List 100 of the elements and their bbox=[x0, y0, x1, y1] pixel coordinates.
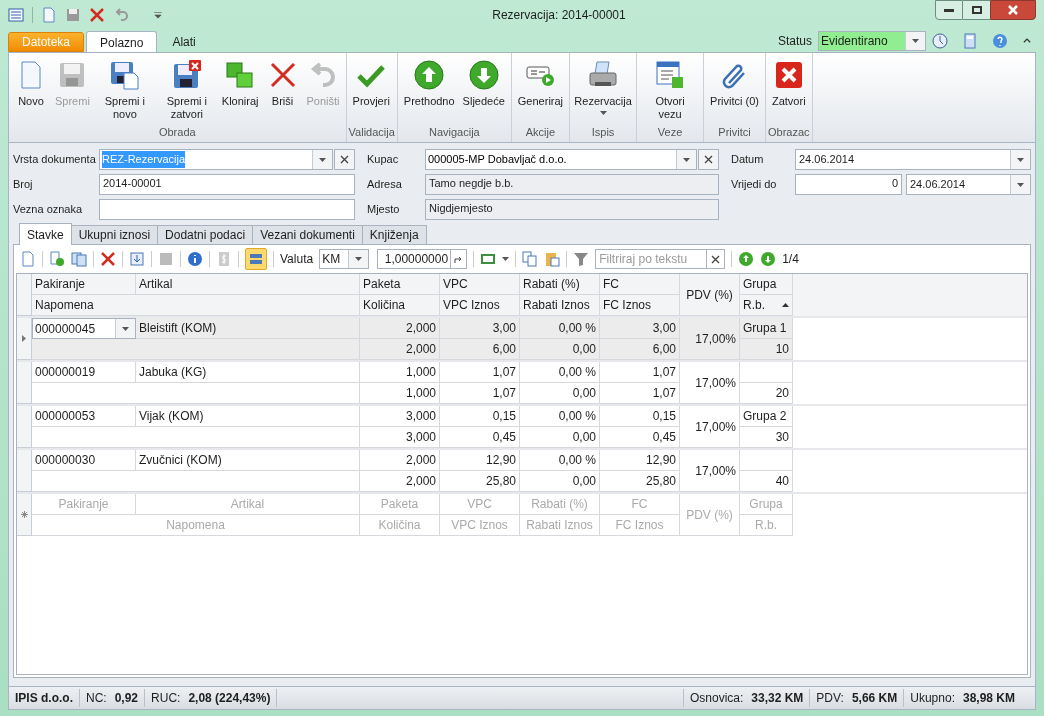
clear-button[interactable] bbox=[334, 149, 355, 170]
ribbon-button[interactable]: Privitci (0) bbox=[706, 59, 763, 124]
ribbon-button[interactable]: Spremi i novo bbox=[93, 59, 156, 124]
dropdown-caret-icon bbox=[355, 257, 363, 261]
delete-icon[interactable] bbox=[89, 7, 105, 23]
filter-icon[interactable] bbox=[573, 251, 590, 267]
dropdown-button[interactable] bbox=[348, 250, 369, 268]
new-row-hint: Rabati (%) bbox=[520, 494, 600, 515]
calculator-icon[interactable] bbox=[962, 33, 978, 49]
collapse-ribbon-icon[interactable] bbox=[1022, 36, 1032, 46]
field-label: Adresa bbox=[367, 177, 403, 193]
insert-down-icon[interactable] bbox=[129, 251, 145, 267]
ribbon-button[interactable]: Kloniraj bbox=[217, 59, 263, 124]
status-value: 0,92 bbox=[114, 690, 139, 707]
undo-icon[interactable] bbox=[113, 7, 129, 23]
dropdown-button[interactable] bbox=[115, 319, 135, 338]
new-row-hint: PDV (%) bbox=[680, 494, 740, 536]
days-field[interactable]: 0 bbox=[795, 174, 902, 195]
table-cell: 0,00 % bbox=[520, 318, 600, 339]
ribbon-button[interactable]: Rezervacija bbox=[572, 59, 635, 124]
close-button[interactable] bbox=[990, 0, 1036, 20]
ribbon-button[interactable]: Zatvori bbox=[767, 59, 810, 124]
rate-field[interactable]: 1,00000000 bbox=[377, 249, 468, 269]
status-label: Ukupno: bbox=[910, 690, 955, 707]
dropdown-button[interactable] bbox=[1010, 175, 1030, 194]
ribbon-group-label: Privitci bbox=[717, 125, 752, 140]
status-label: PDV: bbox=[816, 690, 844, 707]
date-field[interactable]: 24.06.2014 bbox=[906, 174, 1031, 195]
minimize-button[interactable] bbox=[935, 0, 963, 20]
customize-caret-icon[interactable] bbox=[153, 10, 163, 20]
up-arrow-circle-icon[interactable] bbox=[738, 251, 755, 267]
text-field[interactable]: 2014-00001 bbox=[99, 174, 355, 195]
row-indicator[interactable] bbox=[17, 318, 32, 360]
layout-toggle-button[interactable] bbox=[245, 248, 267, 270]
ribbon-button[interactable]: Prethodno bbox=[399, 59, 459, 124]
field-label: Vrijedi do bbox=[731, 177, 778, 193]
column-header: Pakiranje bbox=[32, 274, 136, 295]
tab[interactable]: Vezani dokumenti bbox=[252, 225, 363, 245]
ribbon-button[interactable]: Provjeri bbox=[348, 59, 394, 124]
ribbon-button[interactable]: Spremi i zatvori bbox=[155, 59, 218, 124]
page-icon[interactable] bbox=[41, 7, 57, 23]
column-header: Paketa bbox=[360, 274, 440, 295]
column-header: Napomena bbox=[32, 295, 360, 316]
table-cell: 0,45 bbox=[600, 427, 680, 448]
delete-icon[interactable] bbox=[100, 251, 116, 267]
ribbon-button[interactable]: Novo bbox=[11, 59, 51, 124]
column-header: Rabati (%) bbox=[520, 274, 600, 295]
pakiranje-combo[interactable]: 000000045 bbox=[32, 318, 136, 339]
dropdown-button[interactable] bbox=[905, 32, 925, 50]
help-icon[interactable] bbox=[992, 33, 1008, 49]
date-field[interactable]: 24.06.2014 bbox=[795, 149, 1031, 170]
ribbon-button[interactable]: Generiraj bbox=[513, 59, 568, 124]
column-header: FC Iznos bbox=[600, 295, 680, 316]
ribbon-tab[interactable]: Polazno bbox=[86, 31, 158, 53]
column-header: Rabati Iznos bbox=[520, 295, 600, 316]
tab[interactable]: Knjiženja bbox=[361, 225, 427, 245]
text-field[interactable] bbox=[99, 199, 355, 220]
column-header: Artikal bbox=[136, 274, 360, 295]
tab[interactable]: Stavke bbox=[19, 223, 72, 245]
new-row-hint: Napomena bbox=[32, 515, 360, 536]
ribbon-tab[interactable]: Alati bbox=[159, 32, 209, 52]
down-arrow-circle-icon[interactable] bbox=[760, 251, 777, 267]
column-header: VPC bbox=[440, 274, 520, 295]
ribbon-button[interactable]: Otvori vezu bbox=[639, 59, 702, 124]
maximize-button[interactable] bbox=[963, 0, 990, 20]
table-cell: 25,80 bbox=[600, 471, 680, 492]
new-row-hint: VPC bbox=[440, 494, 520, 515]
tab[interactable]: Ukupni iznosi bbox=[70, 225, 159, 245]
new-row-asterisk-icon bbox=[20, 511, 28, 518]
currency-label: Valuta bbox=[280, 251, 314, 268]
tab[interactable]: Dodatni podaci bbox=[157, 225, 254, 245]
column-header: Količina bbox=[360, 295, 440, 316]
currency-combo[interactable]: KM bbox=[319, 249, 370, 269]
ribbon-button[interactable]: Sljedeće bbox=[458, 59, 509, 124]
dropdown-button[interactable] bbox=[676, 150, 696, 169]
info-icon[interactable] bbox=[187, 251, 203, 267]
clear-button[interactable] bbox=[698, 149, 719, 170]
combo-box[interactable]: 000005-MP Dobavljač d.o.o. bbox=[425, 149, 697, 170]
floppy-with-page-icon bbox=[108, 59, 141, 91]
dropdown-caret-icon bbox=[912, 39, 919, 43]
copy-icon[interactable] bbox=[522, 251, 539, 267]
dropdown-button[interactable] bbox=[312, 150, 332, 169]
dropdown-caret-icon bbox=[319, 157, 326, 162]
table-icon[interactable] bbox=[8, 7, 24, 23]
status-combo[interactable]: Evidentirano bbox=[818, 31, 926, 51]
spreadsheet-icon[interactable] bbox=[480, 251, 497, 267]
ribbon-button[interactable]: Briši bbox=[262, 59, 303, 124]
clock-icon[interactable] bbox=[932, 33, 948, 49]
paste-icon[interactable] bbox=[544, 251, 561, 267]
dropdown-caret-icon bbox=[683, 157, 690, 162]
page-icon[interactable] bbox=[20, 251, 36, 267]
status-label: NC: bbox=[86, 690, 107, 707]
up-arrow-circle-icon bbox=[413, 59, 446, 91]
dropdown-button[interactable] bbox=[1010, 150, 1030, 169]
status-value: 38,98 KM bbox=[962, 690, 1015, 707]
add-page-icon[interactable] bbox=[49, 251, 65, 267]
company-name: IPIS d.o.o. bbox=[9, 689, 80, 707]
table-cell: 0,00 % bbox=[520, 406, 600, 427]
table-cell: 1,07 bbox=[440, 383, 520, 404]
copy-pages-icon[interactable] bbox=[71, 251, 87, 267]
